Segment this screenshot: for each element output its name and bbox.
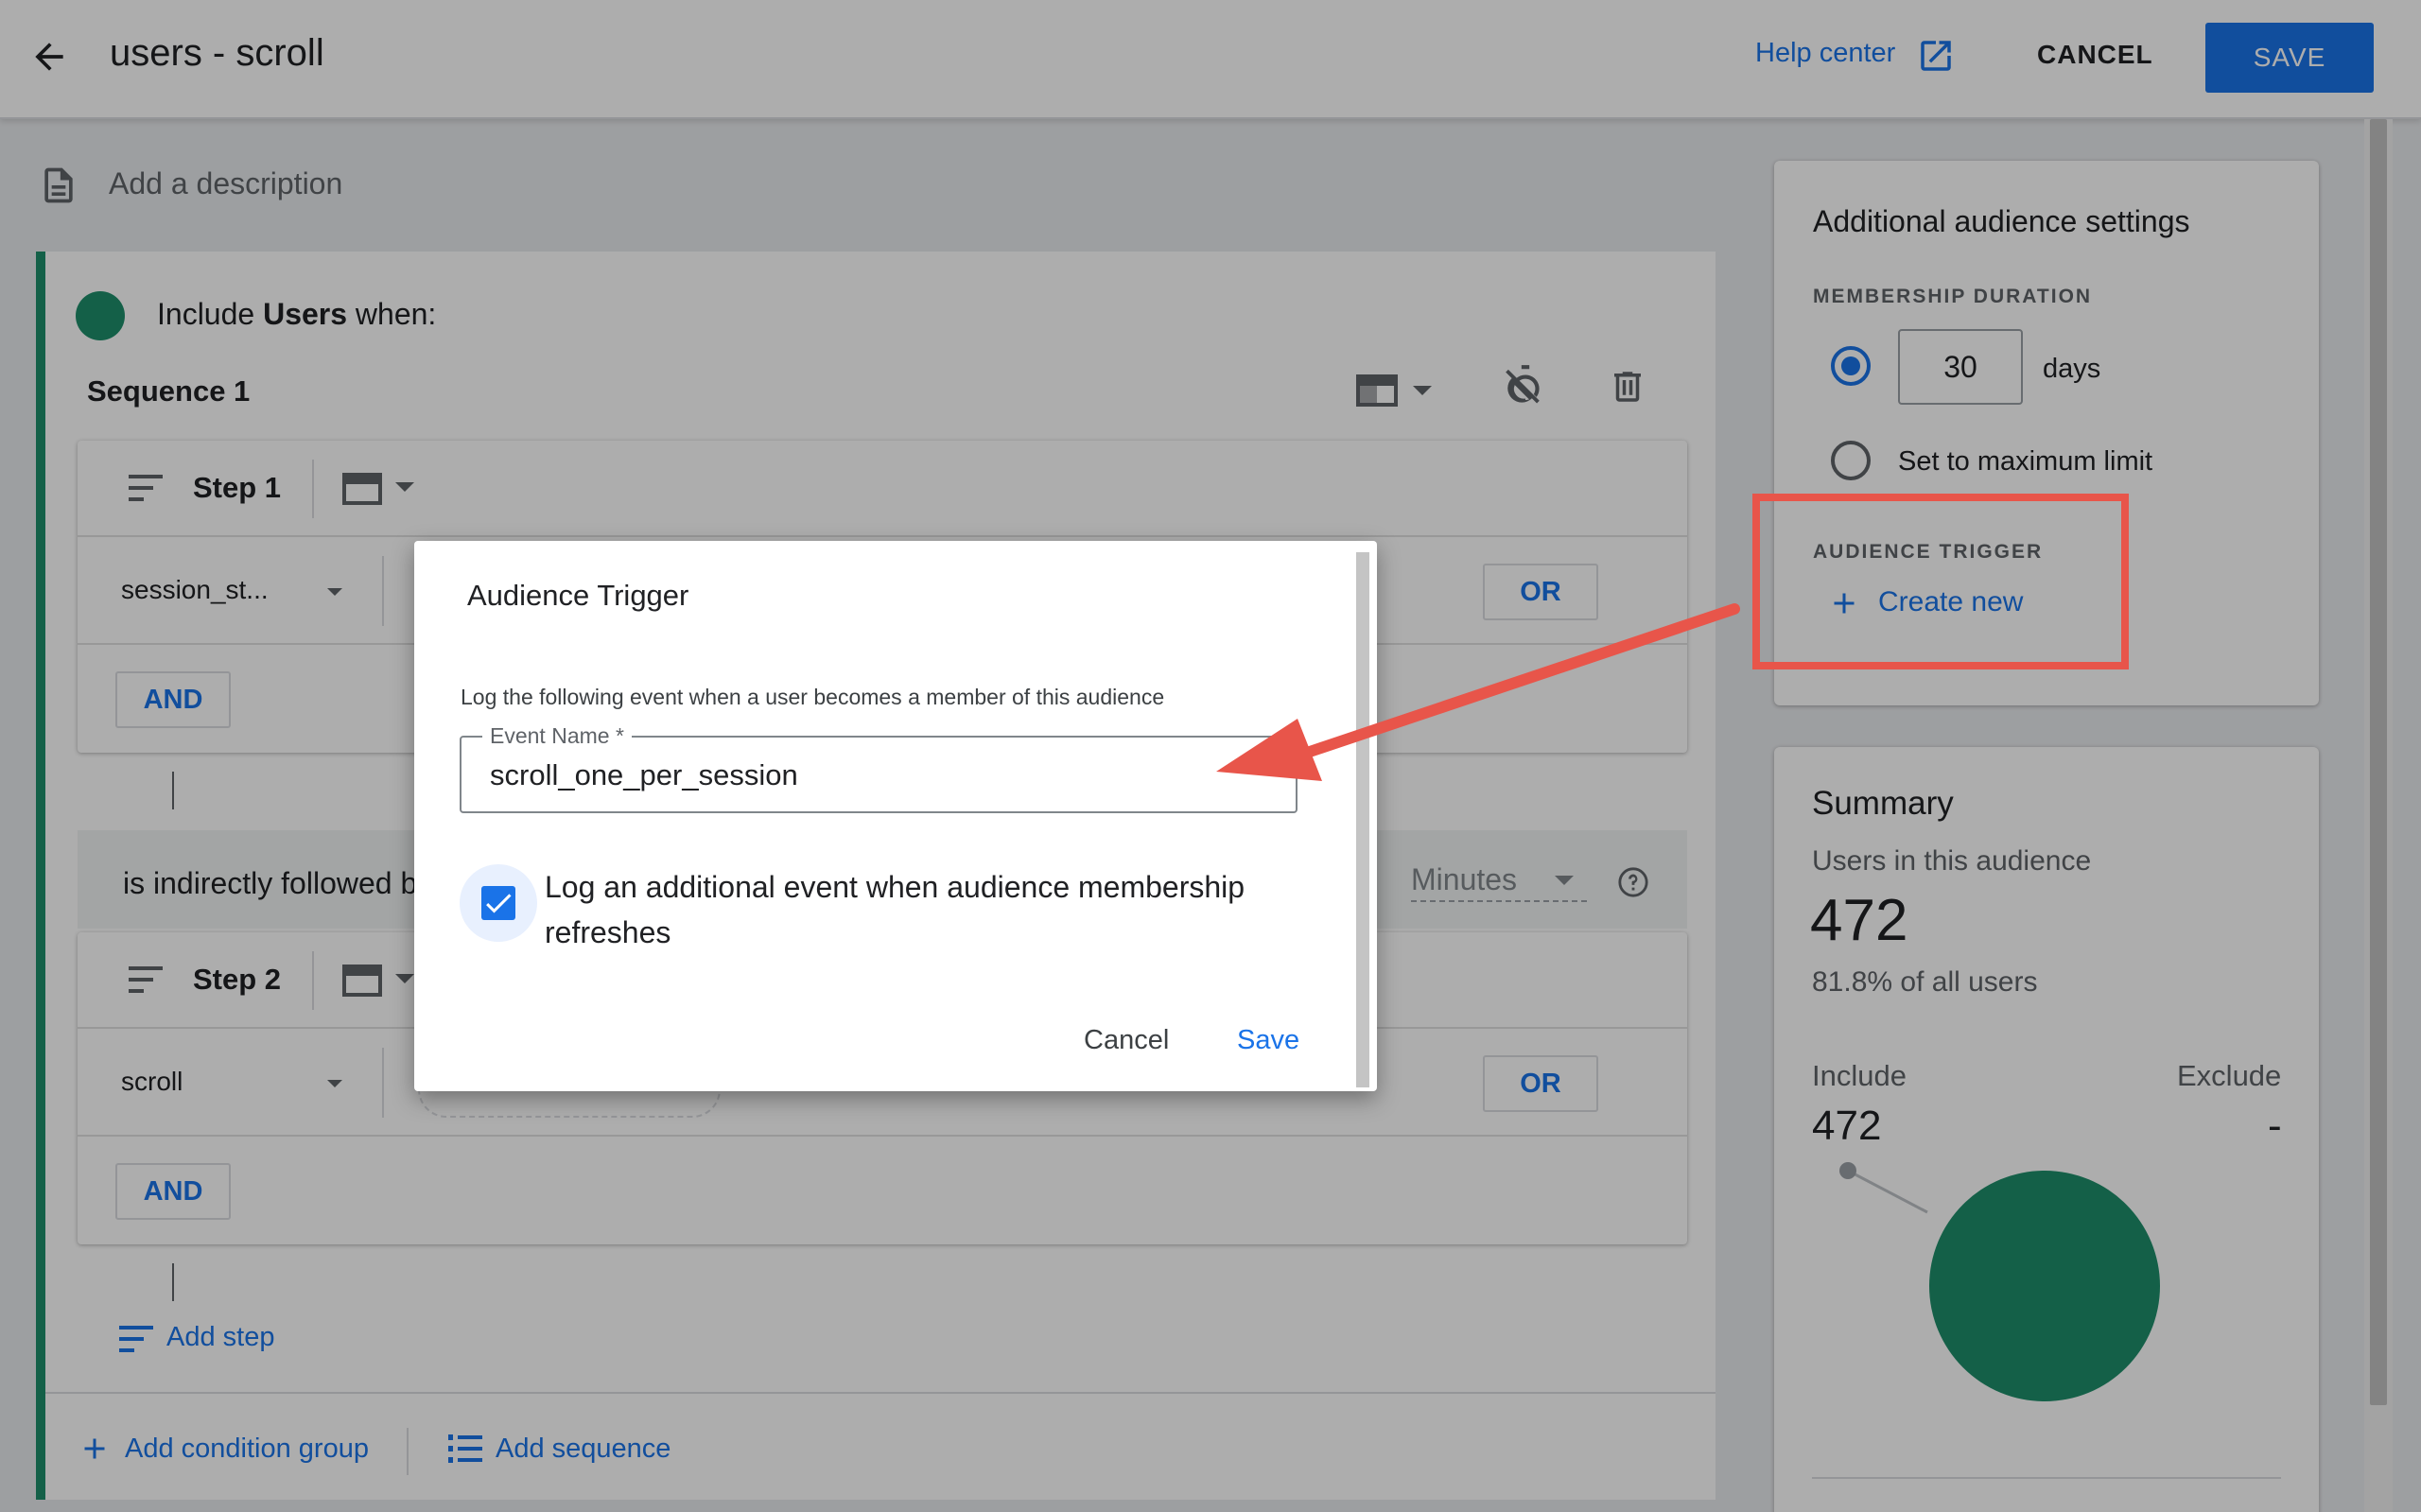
refresh-event-checkbox-label: Log an additional event when audience me… bbox=[545, 870, 1245, 949]
annotation-highlight-box bbox=[1752, 494, 2129, 669]
event-name-label: Event Name * bbox=[482, 723, 632, 749]
annotation-arrow-icon bbox=[1210, 596, 1750, 785]
dialog-title: Audience Trigger bbox=[467, 579, 689, 612]
refresh-event-checkbox[interactable] bbox=[481, 886, 515, 920]
event-name-input[interactable]: scroll_one_per_session bbox=[490, 758, 798, 792]
dialog-cancel-button[interactable]: Cancel bbox=[1084, 1025, 1169, 1056]
dialog-save-button[interactable]: Save bbox=[1237, 1025, 1299, 1056]
dialog-description: Log the following event when a user beco… bbox=[461, 685, 1165, 709]
check-icon bbox=[486, 894, 512, 913]
